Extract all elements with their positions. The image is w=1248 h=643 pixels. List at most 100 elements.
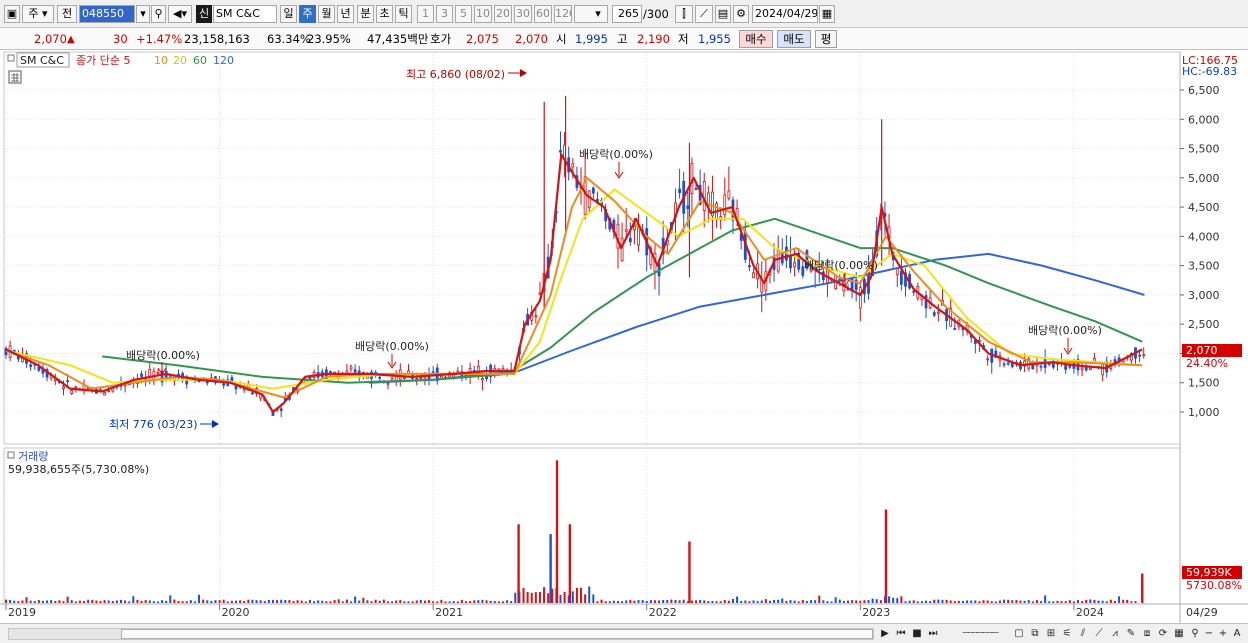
font-size-icon[interactable]: A <box>1230 626 1244 641</box>
dividend-label-4: 배당락(0.00%) <box>804 259 878 272</box>
tab-period-minute[interactable]: 분 <box>357 5 374 23</box>
volume-bar <box>440 599 443 603</box>
date-input[interactable]: 2024/04/29 <box>752 5 818 23</box>
last-page-icon[interactable]: ⏭ <box>926 626 940 641</box>
tool-layout-icon[interactable]: ⊞ <box>1044 626 1058 641</box>
volume-panel[interactable] <box>3 447 1181 605</box>
volume-bar <box>1019 600 1022 603</box>
volume-bar <box>1105 601 1108 603</box>
volume-bar <box>148 600 151 603</box>
candle-body <box>415 378 419 380</box>
tab-period-year[interactable]: 년 <box>337 5 354 23</box>
scroll-right-icon[interactable]: ▶ <box>878 626 892 641</box>
volume-bar <box>633 600 636 603</box>
interval-1[interactable]: 1 <box>417 5 434 23</box>
tool-overlay-icon[interactable]: ⧈ <box>1140 626 1154 641</box>
stock-chart[interactable]: 6,500 6,000 5,500 5,000 4,500 4,000 3,500 3,000… <box>0 50 1248 623</box>
search-icon[interactable]: ⚲ <box>151 5 166 23</box>
volume-bar <box>608 601 611 603</box>
tool-indicator-icon[interactable]: ⚟ <box>1060 626 1074 641</box>
tool-compare-icon[interactable]: ⩘ <box>1108 626 1122 641</box>
calendar-icon[interactable]: ▦ <box>819 5 835 23</box>
volume-bar <box>600 599 603 603</box>
tab-period-month[interactable]: 월 <box>318 5 335 23</box>
volume-bar <box>653 600 656 603</box>
price-panel[interactable] <box>3 51 1181 445</box>
zoom-search-icon[interactable]: ⚲ <box>1188 626 1202 641</box>
volume-bar <box>144 600 147 603</box>
tool-line-icon[interactable]: ▢ <box>1012 626 1026 641</box>
first-page-icon[interactable]: ⏮ <box>894 626 908 641</box>
interval-10[interactable]: 10 <box>474 5 492 23</box>
volume-bar <box>875 599 878 603</box>
window-menu-icon[interactable]: ▣ <box>4 5 20 23</box>
volume-bar <box>695 600 698 603</box>
sound-icon[interactable]: ◀▾ <box>168 5 192 23</box>
volume-bar <box>115 600 118 603</box>
volume-bar <box>892 597 895 603</box>
tool-grid-icon[interactable]: ▦ <box>1172 626 1186 641</box>
count-input[interactable]: 265 <box>612 5 642 23</box>
interval-5[interactable]: 5 <box>455 5 472 23</box>
volume-bar <box>547 593 550 603</box>
tool-draw-icon[interactable]: ✎ <box>1124 626 1138 641</box>
volume-bar <box>423 600 426 603</box>
zoom-slider[interactable]: ┈┈┈┈┈┈┈ <box>950 626 1010 641</box>
volume-bar <box>1007 599 1010 603</box>
save-icon[interactable]: ▤ <box>715 5 731 23</box>
volume-bar <box>715 601 718 603</box>
tab-period-week[interactable]: 주 <box>299 5 316 23</box>
buy-button[interactable]: 매수 <box>739 30 773 48</box>
price-tick-label: 4,500 <box>1188 201 1220 214</box>
volume-bar <box>723 600 726 603</box>
tool-trend-icon[interactable]: ⟋ <box>1092 626 1106 641</box>
eval-button[interactable]: 평 <box>815 30 837 48</box>
candle-type-icon[interactable]: ⫿ <box>675 5 693 23</box>
volume-bar <box>337 599 340 603</box>
sell-button[interactable]: 매도 <box>777 30 811 48</box>
volume-bar <box>612 600 615 603</box>
tool-cycle-icon[interactable]: ⟳ <box>1156 626 1170 641</box>
volume-bar <box>678 600 681 603</box>
zoom-out-icon[interactable]: − <box>1202 626 1216 641</box>
interval-3[interactable]: 3 <box>436 5 453 23</box>
volume-bar <box>575 587 578 603</box>
volume-bar <box>740 601 743 603</box>
candle-body <box>1101 363 1105 376</box>
tab-period-day[interactable]: 일 <box>280 5 297 23</box>
interval-dropdown[interactable]: ▾ <box>574 5 608 23</box>
indicator-icon[interactable]: ⟋ <box>695 5 713 23</box>
settings-icon[interactable]: ⚙ <box>733 5 749 23</box>
candle-body <box>1006 362 1010 365</box>
code-input[interactable]: 048550 <box>79 5 135 23</box>
volume-bar <box>662 600 665 603</box>
tool-copy-icon[interactable]: ⧉ <box>1028 626 1042 641</box>
candle-body <box>936 311 940 314</box>
legend-ma-label: 종가 단순 5 <box>76 54 130 67</box>
type-select[interactable]: 주 ▾ <box>22 5 54 23</box>
tool-chart-icon[interactable]: ⫽ <box>1076 626 1090 641</box>
volume-bar <box>304 601 307 603</box>
code-dropdown-icon[interactable]: ▾ <box>136 5 150 23</box>
chart-scrollbar[interactable] <box>8 628 874 640</box>
scrollbar-thumb[interactable] <box>121 629 873 639</box>
tab-period-tick[interactable]: 틱 <box>395 5 412 23</box>
volume-bar <box>736 596 739 603</box>
low-label: 저 <box>678 32 689 46</box>
annotation-low: 최저 776 (03/23) <box>109 418 198 431</box>
candle-body <box>156 372 160 374</box>
interval-20[interactable]: 20 <box>494 5 512 23</box>
tab-period-second[interactable]: 초 <box>376 5 393 23</box>
interval-30[interactable]: 30 <box>514 5 532 23</box>
zoom-in-icon[interactable]: + <box>1216 626 1230 641</box>
volume-bar <box>752 600 755 603</box>
interval-120[interactable]: 120 <box>554 5 572 23</box>
volume-bar <box>95 600 98 603</box>
market-select[interactable]: 전 <box>57 5 77 23</box>
stop-icon[interactable]: ■ <box>910 626 924 641</box>
volume-bar <box>826 601 829 603</box>
volume-bar <box>1052 601 1055 603</box>
volume-bar <box>1126 599 1129 603</box>
interval-60[interactable]: 60 <box>534 5 552 23</box>
volume-bar <box>46 600 49 603</box>
